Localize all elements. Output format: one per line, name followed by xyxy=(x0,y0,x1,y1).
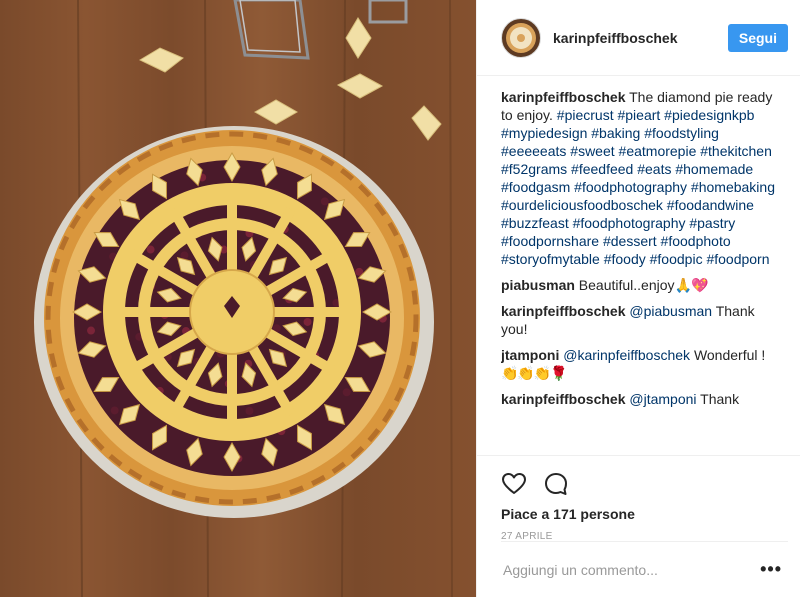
comment-username[interactable]: karinpfeiffboschek xyxy=(501,391,625,407)
avatar-pie-icon xyxy=(506,22,536,53)
comments-list: karinpfeiffboschek The diamond pie ready… xyxy=(501,88,781,454)
comment-mention[interactable]: @piabusman xyxy=(629,303,712,319)
likes-count[interactable]: Piace a 171 persone xyxy=(501,506,776,522)
caption: karinpfeiffboschek The diamond pie ready… xyxy=(501,88,781,268)
comment-mention[interactable]: @karinpfeiffboschek xyxy=(563,347,690,363)
comment-emoji: 🙏💖 xyxy=(674,277,709,293)
comment-text: Beautiful..enjoy xyxy=(578,277,675,293)
avatar[interactable] xyxy=(501,17,541,58)
post-container: karinpfeiffboschek Segui karinpfeiffbosc… xyxy=(0,0,800,597)
comment-item: jtamponi @karinpfeiffboschek Wonderful !… xyxy=(501,346,781,382)
add-comment-bar: ••• xyxy=(501,541,788,597)
comment-emoji-rose: 🌹 xyxy=(550,365,567,381)
pie-image xyxy=(34,0,453,597)
comment-username[interactable]: jtamponi xyxy=(501,347,559,363)
comment-text: Wonderful ! xyxy=(693,347,766,363)
comment-item: karinpfeiffboschek @jtamponi Thank xyxy=(501,390,781,408)
post-photo[interactable] xyxy=(0,0,476,597)
action-buttons xyxy=(501,464,776,504)
comment-item: piabusman Beautiful..enjoy🙏💖 xyxy=(501,276,781,294)
heart-icon[interactable] xyxy=(501,471,527,497)
follow-button[interactable]: Segui xyxy=(727,23,788,52)
post-header: karinpfeiffboschek Segui xyxy=(477,0,800,76)
cookie-cutter xyxy=(233,0,408,60)
caption-hashtags[interactable]: #piecrust #pieart #piedesignkpb #mypiede… xyxy=(501,107,775,267)
comment-username[interactable]: piabusman xyxy=(501,277,575,293)
more-options-icon[interactable]: ••• xyxy=(754,559,788,580)
post-sidebar: karinpfeiffboschek Segui karinpfeiffbosc… xyxy=(476,0,800,597)
comment-username[interactable]: karinpfeiffboschek xyxy=(501,303,625,319)
comment-item: karinpfeiffboschek @piabusman Thank you! xyxy=(501,302,781,338)
comment-mention[interactable]: @jtamponi xyxy=(629,391,696,407)
comment-text: Thank xyxy=(700,391,740,407)
comment-bubble-icon[interactable] xyxy=(543,471,569,497)
pie xyxy=(34,126,434,518)
post-actions: Piace a 171 persone 27 APRILE xyxy=(477,455,800,542)
loose-pastry-diamonds xyxy=(138,17,442,141)
comment-emoji: 👏👏👏 xyxy=(501,365,551,381)
comment-input[interactable] xyxy=(501,560,755,579)
caption-username[interactable]: karinpfeiffboschek xyxy=(501,89,625,105)
author-username[interactable]: karinpfeiffboschek xyxy=(553,30,728,46)
